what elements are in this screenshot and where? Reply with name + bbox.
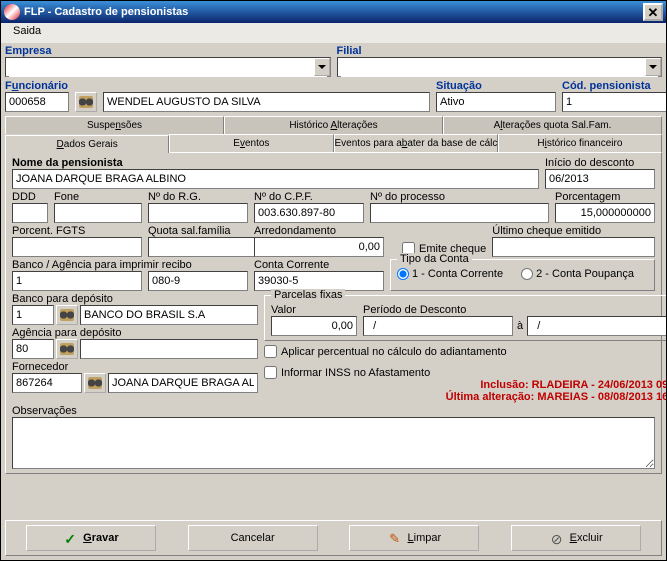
lookup-fornecedor-button[interactable] <box>84 373 106 393</box>
empresa-combo[interactable] <box>5 57 331 77</box>
parc-per-label: Período de Desconto <box>363 304 666 316</box>
porc-label: Porcentagem <box>555 191 655 203</box>
tipo-cp-radio[interactable]: 2 - Conta Poupança <box>521 268 634 280</box>
ddd-label: DDD <box>12 191 48 203</box>
banco-cod[interactable] <box>12 271 142 291</box>
parc-valor-label: Valor <box>271 304 357 316</box>
tab-alt-quota[interactable]: Alterações quota Sal.Fam. <box>443 116 662 134</box>
binoculars-icon <box>60 309 74 321</box>
check-icon <box>63 531 77 545</box>
obs-field[interactable] <box>12 417 655 469</box>
tab-historico-alt[interactable]: Histórico Alterações <box>224 116 443 134</box>
parcelas-label: Parcelas fixas <box>271 289 345 301</box>
fone-label: Fone <box>54 191 142 203</box>
parc-valor[interactable] <box>271 316 357 336</box>
pfgts-field[interactable] <box>12 237 142 257</box>
nome-field[interactable] <box>12 169 539 189</box>
pfgts-label: Porcent. FGTS <box>12 225 142 237</box>
arred-label: Arredondamento <box>254 225 384 237</box>
codpens-field[interactable] <box>562 92 666 112</box>
delete-icon <box>550 531 564 545</box>
filial-label: Filial <box>337 45 663 57</box>
rg-label: Nº do R.G. <box>148 191 248 203</box>
window-title: FLP - Cadastro de pensionistas <box>24 6 643 18</box>
tab-dados-gerais[interactable]: Dados Gerais <box>5 135 169 153</box>
inclusao-info: Inclusão: RLADEIRA - 24/06/2013 09:30 <box>264 379 666 391</box>
forn-cod[interactable] <box>12 373 82 393</box>
cc-field[interactable] <box>254 271 384 291</box>
tab-eventos-abater[interactable]: Eventos para abater da base de cálculo <box>334 134 498 152</box>
filial-combo[interactable] <box>337 57 663 77</box>
bdep-cod[interactable] <box>12 305 54 325</box>
app-icon <box>4 4 20 20</box>
forn-name[interactable] <box>108 373 258 393</box>
cpf-label: Nº do C.P.F. <box>254 191 364 203</box>
funcionario-name[interactable] <box>103 92 430 112</box>
tab-eventos[interactable]: Eventos <box>169 134 333 152</box>
rg-field[interactable] <box>148 203 248 223</box>
funcionario-code[interactable] <box>5 92 69 112</box>
ultimo-field[interactable] <box>492 237 655 257</box>
proc-label: Nº do processo <box>370 191 549 203</box>
quota-label: Quota sal.família <box>148 225 248 237</box>
bdep-label: Banco para depósito <box>12 293 258 305</box>
funcionario-label: Funcionário <box>5 80 69 92</box>
inicio-field[interactable] <box>545 169 655 189</box>
limpar-button[interactable]: Limpar <box>349 525 479 551</box>
eraser-icon <box>388 531 402 545</box>
adep-label: Agência para depósito <box>12 327 258 339</box>
cc-label: Conta Corrente <box>254 259 384 271</box>
chevron-down-icon[interactable] <box>645 58 661 76</box>
ultimo-label: Último cheque emitido <box>492 225 655 237</box>
empresa-label: Empresa <box>5 45 331 57</box>
banco-label: Banco / Agência para imprimir recibo <box>12 259 248 271</box>
tab-suspensoes[interactable]: Suspensões <box>5 116 224 134</box>
alteracao-info: Última alteração: MAREIAS - 08/08/2013 1… <box>264 391 666 403</box>
gravar-button[interactable]: Gravar <box>26 525 156 551</box>
adep-cod[interactable] <box>12 339 54 359</box>
proc-field[interactable] <box>370 203 549 223</box>
obs-label: Observações <box>12 405 655 417</box>
fone-field[interactable] <box>54 203 142 223</box>
lookup-funcionario-button[interactable] <box>75 92 97 112</box>
informar-inss-checkbox[interactable]: Informar INSS no Afastamento <box>264 366 666 379</box>
close-button[interactable]: ✕ <box>643 3 663 21</box>
binoculars-icon <box>79 96 93 108</box>
arred-field[interactable] <box>254 237 384 257</box>
lookup-agencia-button[interactable] <box>56 339 78 359</box>
situacao-field <box>436 92 556 112</box>
bdep-name[interactable] <box>80 305 258 325</box>
adep-name[interactable] <box>80 339 258 359</box>
parc-ate[interactable] <box>527 316 666 336</box>
aplicar-percentual-checkbox[interactable]: Aplicar percentual no cálculo do adianta… <box>264 345 666 358</box>
banco-ag[interactable] <box>148 271 248 291</box>
excluir-button[interactable]: Excluir <box>511 525 641 551</box>
menu-saida[interactable]: Saida <box>7 23 47 39</box>
tipo-label: Tipo da Conta <box>397 253 472 265</box>
situacao-label: Situação <box>436 80 556 92</box>
codpens-label: Cód. pensionista <box>562 80 662 92</box>
ddd-field[interactable] <box>12 203 48 223</box>
binoculars-icon <box>60 343 74 355</box>
porc-field[interactable] <box>555 203 655 223</box>
lookup-banco-button[interactable] <box>56 305 78 325</box>
cancelar-button[interactable]: Cancelar <box>188 525 318 551</box>
parc-de[interactable] <box>363 316 513 336</box>
tab-historico-fin[interactable]: Histórico financeiro <box>498 134 662 152</box>
cpf-field[interactable] <box>254 203 364 223</box>
chevron-down-icon[interactable] <box>314 58 330 76</box>
binoculars-icon <box>88 377 102 389</box>
forn-label: Fornecedor <box>12 361 258 373</box>
nome-label: Nome da pensionista <box>12 157 539 169</box>
inicio-label: Início do desconto <box>545 157 655 169</box>
tipo-cc-radio[interactable]: 1 - Conta Corrente <box>397 268 503 280</box>
